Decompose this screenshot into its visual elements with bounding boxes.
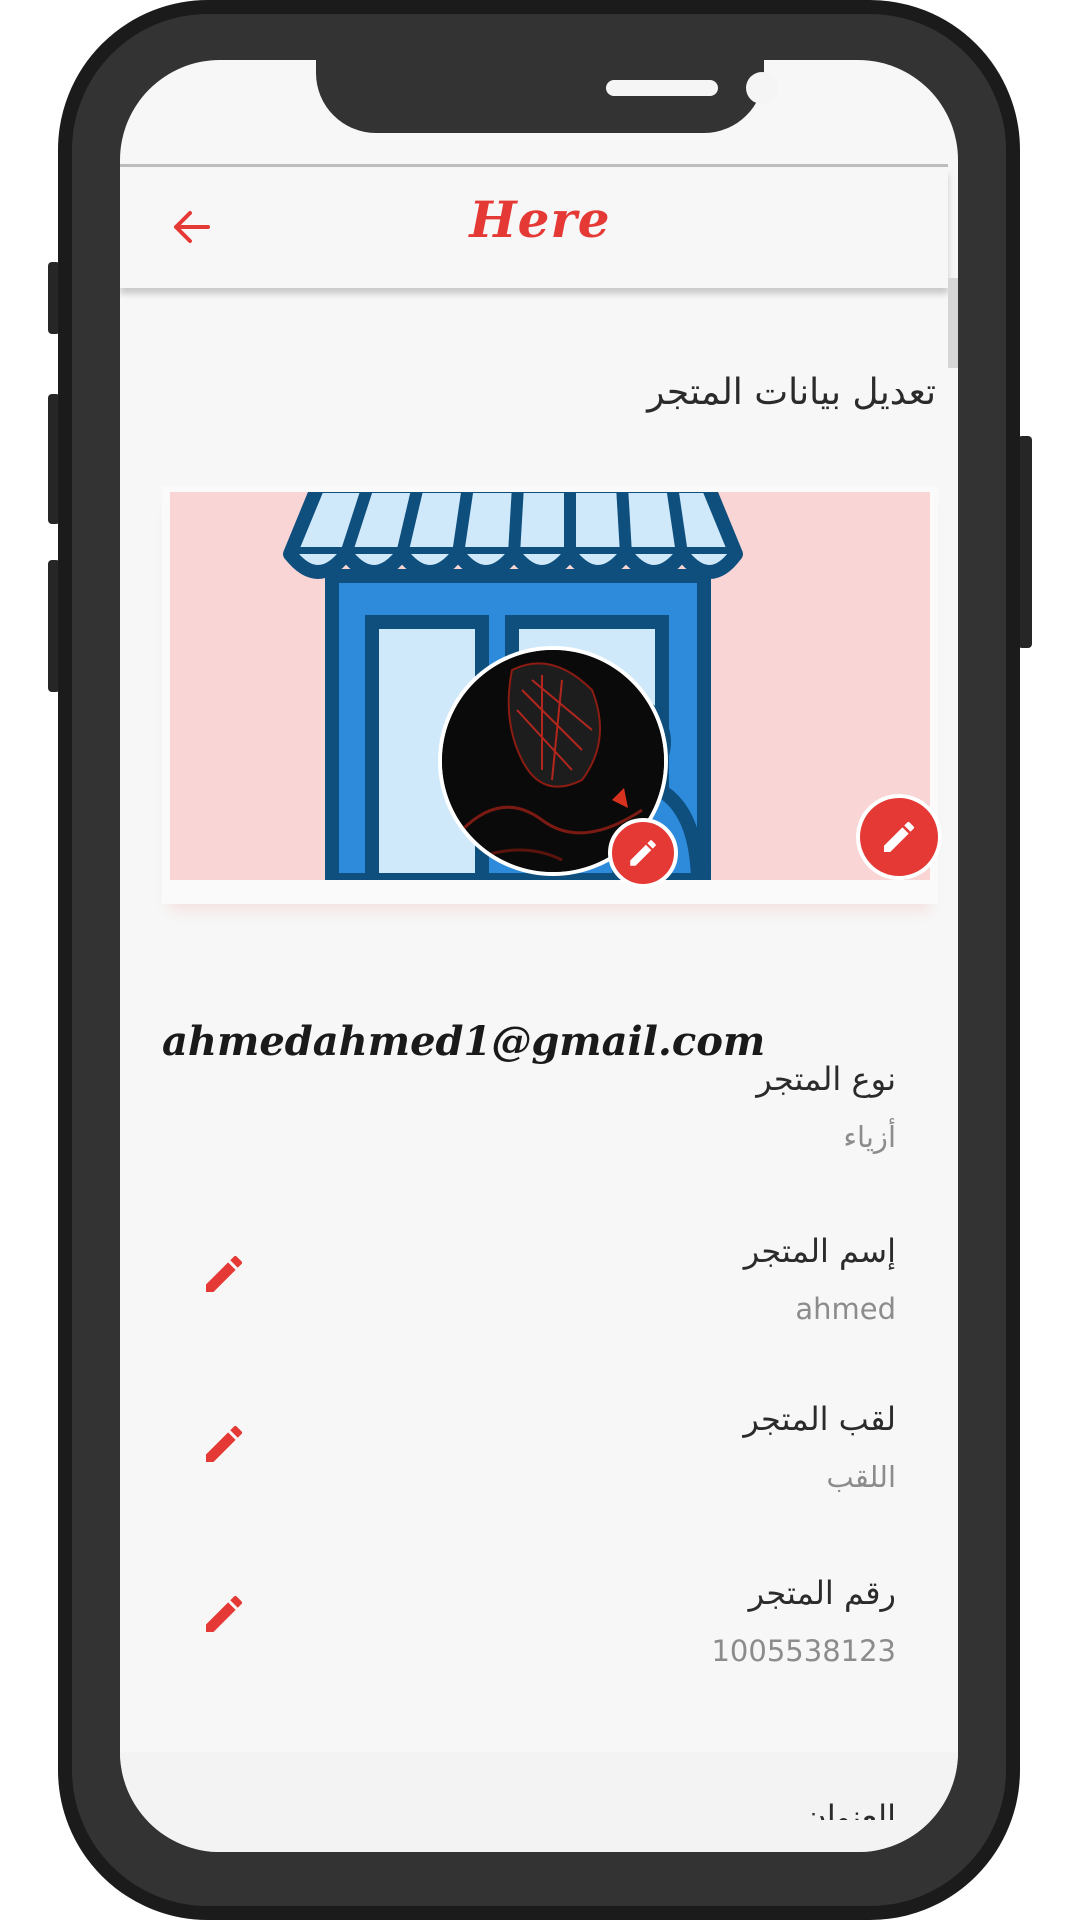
speaker xyxy=(606,80,718,96)
notch xyxy=(316,60,778,133)
power-button xyxy=(1018,436,1032,648)
page-title: تعديل بيانات المتجر xyxy=(647,372,936,413)
arrow-left-icon[interactable] xyxy=(170,206,212,248)
field-label: نوع المتجر xyxy=(756,1060,896,1098)
field-label: رقم المتجر xyxy=(748,1574,896,1612)
store-email: ahmedahmed1@gmail.com xyxy=(162,1018,766,1065)
field-store-name: إسم المتجر ahmed xyxy=(196,1232,896,1326)
field-label: لقب المتجر xyxy=(743,1400,896,1438)
cover-edit-button[interactable] xyxy=(856,794,942,880)
field-value: أزياء xyxy=(843,1120,896,1154)
field-label: إسم المتجر xyxy=(743,1232,896,1270)
field-value: اللقب xyxy=(826,1460,896,1494)
pencil-icon[interactable] xyxy=(200,1590,248,1638)
pencil-icon[interactable] xyxy=(200,1250,248,1298)
field-store-type: نوع المتجر أزياء xyxy=(196,1060,896,1154)
field-value: ahmed xyxy=(795,1292,896,1326)
pencil-icon[interactable] xyxy=(200,1420,248,1468)
phone-screen: Here تعديل بيانات المتجر ahmedahmed1@gma… xyxy=(120,60,958,1852)
field-address-label: العنوان xyxy=(803,1798,896,1820)
field-value: 1005538123 xyxy=(711,1634,896,1668)
front-camera xyxy=(746,72,778,104)
app-title: Here xyxy=(469,190,611,249)
status-divider xyxy=(120,164,948,167)
pencil-icon xyxy=(630,840,656,866)
field-store-number: رقم المتجر 1005538123 xyxy=(196,1574,896,1668)
field-store-nickname: لقب المتجر اللقب xyxy=(196,1400,896,1494)
appbar-edge xyxy=(948,278,958,368)
pencil-icon xyxy=(884,821,915,852)
app-bar: Here xyxy=(120,168,948,288)
avatar-edit-button[interactable] xyxy=(608,818,678,888)
